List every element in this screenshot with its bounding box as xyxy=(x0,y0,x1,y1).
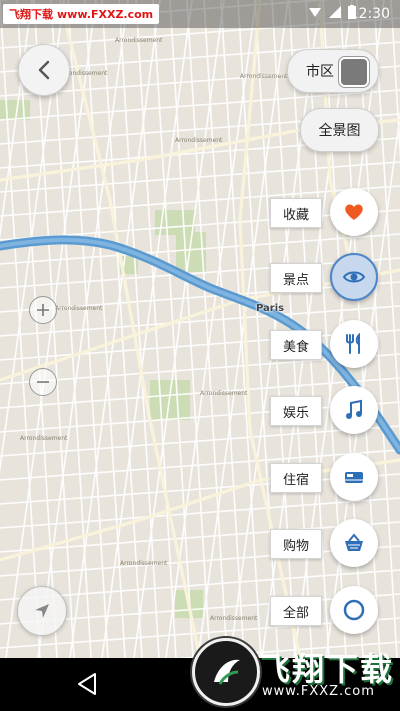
category-label: 住宿 xyxy=(270,463,322,493)
category-label: 景点 xyxy=(270,263,322,293)
svg-text:Arrondissement: Arrondissement xyxy=(120,560,168,567)
svg-text:Arrondissement: Arrondissement xyxy=(200,390,248,397)
category-button[interactable] xyxy=(330,253,378,301)
category-button[interactable] xyxy=(330,586,378,634)
district-toggle[interactable]: 市区 xyxy=(287,49,379,93)
watermark-prefix: 飞翔下载 xyxy=(9,8,53,21)
navigation-arrow-icon xyxy=(35,604,49,618)
circle-icon xyxy=(343,599,365,621)
svg-text:Arrondissement: Arrondissement xyxy=(115,37,163,44)
logo-url: www.FXXZ.com xyxy=(262,684,375,699)
panorama-label: 全景图 xyxy=(318,123,361,139)
eye-icon xyxy=(342,271,366,283)
watermark-url: www.FXXZ.com xyxy=(57,7,154,21)
category-label: 娱乐 xyxy=(270,396,322,426)
fork-knife-icon xyxy=(346,332,360,354)
category-button[interactable] xyxy=(330,320,378,368)
status-time: 12:30 xyxy=(349,6,390,22)
locate-button[interactable] xyxy=(17,586,67,636)
district-switch-icon xyxy=(339,57,369,87)
category-button[interactable] xyxy=(330,453,378,501)
category-item[interactable]: 美食 xyxy=(270,320,380,368)
category-button[interactable] xyxy=(330,519,378,567)
chevron-left-icon xyxy=(38,60,50,80)
music-note-icon xyxy=(346,399,362,419)
minus-icon xyxy=(37,381,49,383)
category-button[interactable] xyxy=(330,386,378,434)
status-bar: 飞翔下载 www.FXXZ.com 12:30 xyxy=(0,0,400,28)
panorama-button[interactable]: 全景图 xyxy=(300,108,379,152)
svg-text:Arrondissement: Arrondissement xyxy=(20,435,68,442)
basket-icon xyxy=(345,533,363,551)
plus-icon xyxy=(37,304,49,316)
category-item[interactable]: 购物 xyxy=(270,519,380,567)
wifi-icon xyxy=(309,8,321,17)
zoom-out-button[interactable] xyxy=(29,368,57,396)
category-button[interactable] xyxy=(330,188,378,236)
category-label: 收藏 xyxy=(270,198,322,228)
zoom-in-button[interactable] xyxy=(29,296,57,324)
watermark-badge: 飞翔下载 www.FXXZ.com xyxy=(3,4,160,24)
bed-icon xyxy=(345,472,363,483)
heart-icon xyxy=(345,204,363,220)
site-logo: 飞翔下载 www.FXXZ.com xyxy=(190,630,395,708)
map-city-label: Paris xyxy=(256,303,285,314)
nav-back-icon[interactable] xyxy=(76,672,98,696)
category-item[interactable]: 收藏 xyxy=(270,188,380,236)
category-item[interactable]: 娱乐 xyxy=(270,386,380,434)
category-item[interactable]: 景点 xyxy=(270,253,380,301)
category-label: 购物 xyxy=(270,529,322,559)
district-label: 市区 xyxy=(306,64,334,80)
signal-icon xyxy=(329,6,341,18)
category-label: 全部 xyxy=(270,596,322,626)
svg-text:Arrondissement: Arrondissement xyxy=(210,615,258,622)
category-item[interactable]: 住宿 xyxy=(270,453,380,501)
back-button[interactable] xyxy=(18,44,70,96)
category-item[interactable]: 全部 xyxy=(270,586,380,634)
svg-text:Arrondissement: Arrondissement xyxy=(55,305,103,312)
svg-text:Arrondissement: Arrondissement xyxy=(175,137,223,144)
svg-text:Arrondissement: Arrondissement xyxy=(240,73,288,80)
logo-emblem-icon xyxy=(192,638,260,706)
category-label: 美食 xyxy=(270,330,322,360)
